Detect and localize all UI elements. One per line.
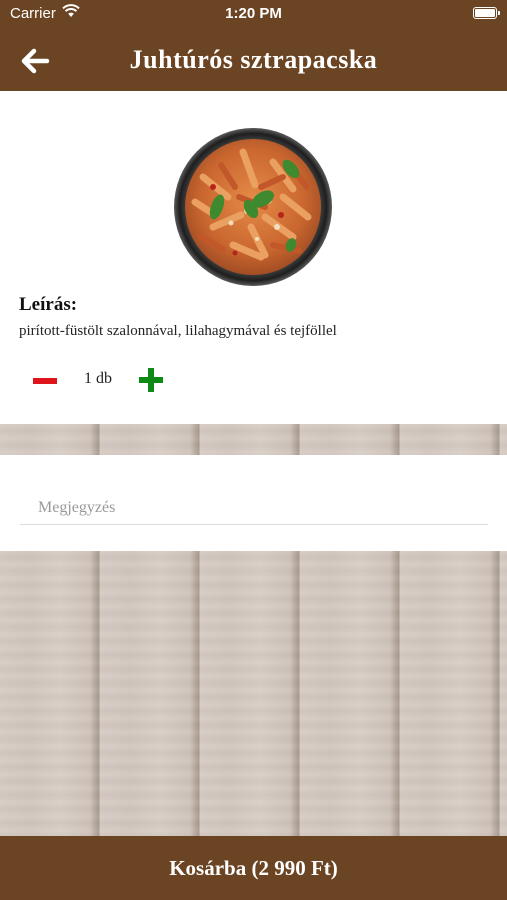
add-to-cart-button[interactable]: Kosárba (2 990 Ft) [0, 836, 507, 900]
plus-icon [139, 368, 163, 392]
description-text: pirított-füstölt szalonnával, lilahagymá… [19, 323, 337, 339]
nav-bar: Juhtúrós sztrapacska [0, 28, 507, 91]
arrow-left-icon [21, 48, 50, 74]
page-title: Juhtúrós sztrapacska [129, 45, 378, 74]
increase-quantity-button[interactable] [138, 367, 164, 393]
dish-image [173, 127, 333, 287]
decrease-quantity-button[interactable] [32, 368, 58, 394]
note-input[interactable] [20, 491, 488, 525]
status-bar: Carrier 1:20 PM [0, 0, 507, 28]
clock: 1:20 PM [225, 5, 282, 22]
note-card [0, 455, 507, 551]
back-button[interactable] [20, 44, 54, 78]
quantity-value: 1 db [84, 370, 112, 387]
battery-icon [473, 7, 500, 19]
description-heading: Leírás: [19, 294, 78, 315]
product-card: Leírás: pirított-füstölt szalonnával, li… [0, 91, 507, 424]
minus-icon [33, 378, 57, 384]
